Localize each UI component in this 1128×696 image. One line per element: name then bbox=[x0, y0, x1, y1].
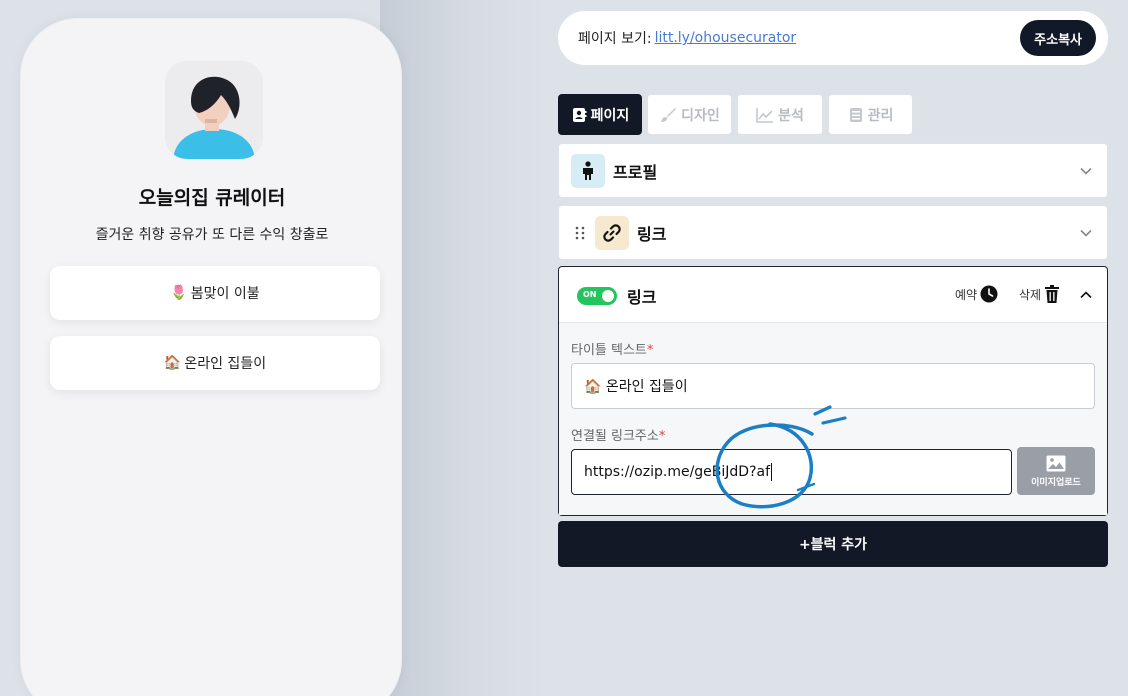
upload-label: 이미지업로드 bbox=[1031, 477, 1081, 488]
page-url-bar: 페이지 보기: litt.ly/ohousecurator 주소복사 bbox=[558, 11, 1108, 65]
link-editor-body: 타이틀 텍스트* 🏠 온라인 집들이 연결될 링크주소* https://ozi… bbox=[559, 323, 1107, 515]
toggle-label: ON bbox=[583, 290, 597, 299]
tab-design[interactable]: 디자인 bbox=[647, 94, 732, 135]
tab-label: 분석 bbox=[778, 107, 804, 124]
tulip-emoji: 🌷 bbox=[170, 285, 188, 301]
page-view-label: 페이지 보기: bbox=[578, 31, 652, 47]
page-url-link[interactable]: litt.ly/ohousecurator bbox=[655, 30, 797, 46]
link-icon bbox=[603, 223, 621, 242]
brush-icon bbox=[661, 107, 677, 122]
background-shade bbox=[380, 0, 550, 696]
contact-book-icon bbox=[572, 107, 587, 122]
profile-name: 오늘의집 큐레이터 bbox=[138, 187, 286, 209]
chevron-down-icon[interactable] bbox=[1079, 226, 1093, 240]
link-block-title: 링크 bbox=[637, 224, 667, 244]
title-field-label-text: 타이틀 텍스트 bbox=[571, 343, 647, 358]
database-icon bbox=[849, 107, 862, 122]
link-url-value: https://ozip.me/geBiJdD?af bbox=[584, 464, 771, 480]
editor-tabs: 페이지 디자인 분석 관리 bbox=[558, 94, 913, 135]
profile-bio: 즐거운 취향 공유가 또 다른 수익 창출로 bbox=[95, 227, 329, 243]
delete-button[interactable]: 삭제 bbox=[1019, 285, 1060, 303]
add-block-button[interactable]: +블럭 추가 bbox=[558, 521, 1108, 567]
required-mark: * bbox=[646, 343, 654, 358]
url-field-label: 연결될 링크주소* bbox=[571, 425, 665, 444]
link-editor-header: ON 링크 예약 삭제 bbox=[559, 267, 1107, 323]
tab-page[interactable]: 페이지 bbox=[558, 94, 642, 135]
person-icon bbox=[583, 160, 593, 180]
tab-manage[interactable]: 관리 bbox=[828, 94, 913, 135]
schedule-button[interactable]: 예약 bbox=[955, 285, 998, 303]
link-card-label: 온라인 집들이 bbox=[184, 356, 267, 372]
schedule-label: 예약 bbox=[955, 287, 978, 302]
title-field-label: 타이틀 텍스트* bbox=[571, 339, 653, 358]
chevron-up-icon[interactable] bbox=[1079, 288, 1093, 302]
visibility-toggle[interactable]: ON bbox=[577, 287, 617, 305]
profile-block-icon-box bbox=[571, 153, 605, 188]
tab-analytics[interactable]: 분석 bbox=[737, 94, 823, 135]
tab-label: 페이지 bbox=[590, 107, 630, 124]
trash-icon bbox=[1045, 285, 1060, 303]
text-cursor bbox=[771, 463, 773, 481]
drag-handle-icon[interactable] bbox=[575, 225, 585, 241]
delete-label: 삭제 bbox=[1019, 287, 1042, 302]
url-field-label-text: 연결될 링크주소 bbox=[571, 429, 659, 444]
link-block-collapsed[interactable]: 링크 bbox=[558, 205, 1108, 260]
link-card-label: 봄맞이 이불 bbox=[190, 286, 260, 302]
image-upload-button[interactable]: 이미지업로드 bbox=[1017, 447, 1095, 495]
chart-line-icon bbox=[756, 107, 774, 123]
avatar-illustration bbox=[165, 61, 263, 159]
house-emoji: 🏠 bbox=[163, 355, 182, 371]
mobile-preview: 오늘의집 큐레이터 즐거운 취향 공유가 또 다른 수익 창출로 🌷 봄맞이 이… bbox=[20, 18, 402, 696]
chevron-down-icon[interactable] bbox=[1079, 164, 1093, 178]
profile-block[interactable]: 프로필 bbox=[558, 143, 1108, 198]
required-mark: * bbox=[658, 429, 666, 444]
preview-link-card[interactable]: 🌷 봄맞이 이불 bbox=[50, 266, 380, 320]
preview-link-card[interactable]: 🏠 온라인 집들이 bbox=[50, 336, 380, 390]
title-text-input[interactable]: 🏠 온라인 집들이 bbox=[571, 363, 1095, 409]
avatar bbox=[165, 61, 263, 159]
link-block-icon-box bbox=[595, 215, 629, 250]
toggle-knob bbox=[602, 290, 614, 302]
profile-block-title: 프로필 bbox=[613, 162, 658, 182]
link-block-editor: ON 링크 예약 삭제 타이틀 텍스트* 🏠 온라인 집들이 연결될 링크주소*… bbox=[558, 266, 1108, 516]
image-icon bbox=[1046, 455, 1066, 471]
tab-label: 관리 bbox=[867, 107, 894, 124]
link-url-input[interactable]: https://ozip.me/geBiJdD?af bbox=[571, 449, 1012, 495]
link-editor-title: 링크 bbox=[627, 288, 657, 307]
tab-label: 디자인 bbox=[681, 107, 720, 124]
clock-icon bbox=[980, 285, 998, 303]
copy-address-button[interactable]: 주소복사 bbox=[1020, 20, 1096, 56]
